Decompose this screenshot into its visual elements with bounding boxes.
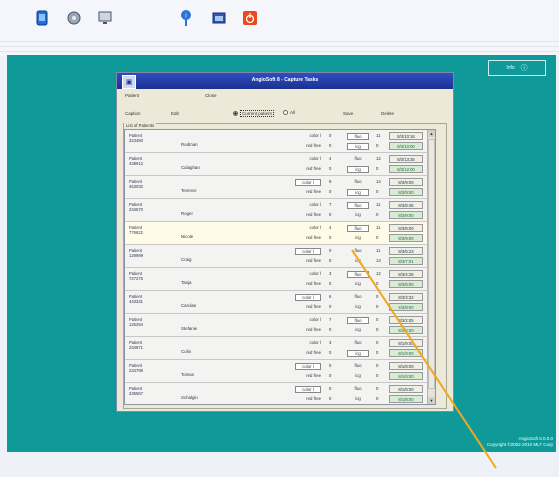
annotation-pointer bbox=[351, 249, 497, 469]
